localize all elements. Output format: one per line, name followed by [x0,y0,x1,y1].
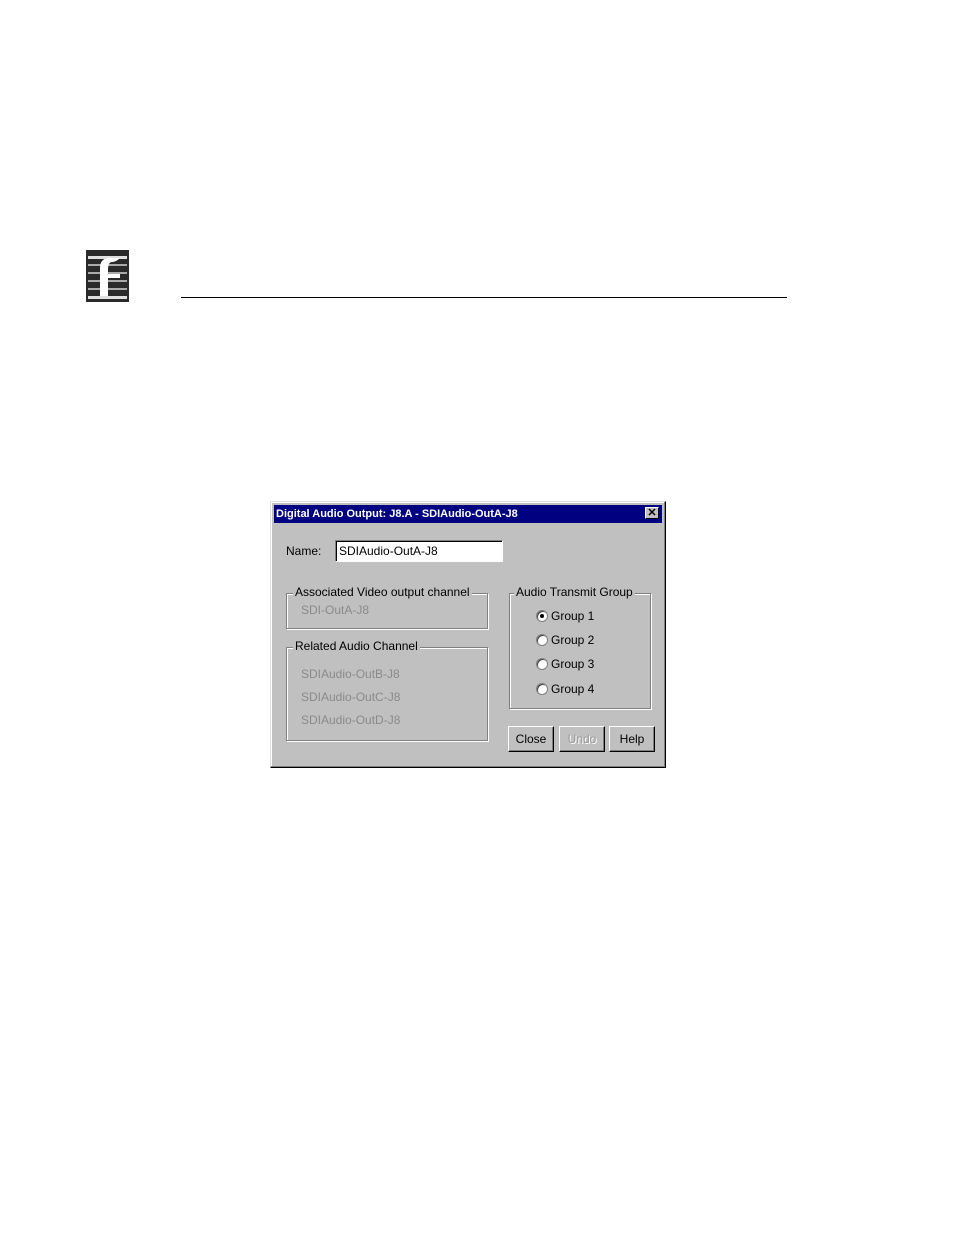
related-audio-item: SDIAudio-OutC-J8 [301,690,401,704]
radio-icon [536,683,548,695]
header-rule [181,297,787,298]
associated-video-group: Associated Video output channel SDI-OutA… [286,585,488,629]
company-logo-icon [86,250,129,302]
associated-video-label: Associated Video output channel [293,585,472,599]
digital-audio-output-dialog: Digital Audio Output: J8.A - SDIAudio-Ou… [270,501,666,768]
related-audio-label: Related Audio Channel [293,639,420,653]
radio-label: Group 2 [551,633,595,647]
related-audio-item: SDIAudio-OutB-J8 [301,667,400,681]
dialog-titlebar: Digital Audio Output: J8.A - SDIAudio-Ou… [274,505,662,523]
radio-label: Group 4 [551,682,595,696]
associated-video-value: SDI-OutA-J8 [301,603,370,617]
radio-label: Group 3 [551,657,595,671]
related-audio-item: SDIAudio-OutD-J8 [301,713,401,727]
related-audio-group: Related Audio Channel SDIAudio-OutB-J8 S… [286,639,488,741]
radio-icon [536,658,548,670]
radio-label: Group 1 [551,609,595,623]
radio-icon [536,634,548,646]
radio-selected-icon [536,610,548,622]
name-field[interactable]: SDIAudio-OutA-J8 [335,540,503,562]
help-button[interactable]: Help [609,726,655,752]
close-icon[interactable]: ✕ [645,507,659,519]
audio-transmit-label: Audio Transmit Group [514,585,635,599]
dialog-title: Digital Audio Output: J8.A - SDIAudio-Ou… [276,508,518,520]
close-button[interactable]: Close [508,726,554,752]
audio-transmit-group: Audio Transmit Group Group 1 Group 2 Gro… [509,585,651,709]
undo-button[interactable]: Undo [559,726,605,752]
name-label: Name: [286,544,322,558]
